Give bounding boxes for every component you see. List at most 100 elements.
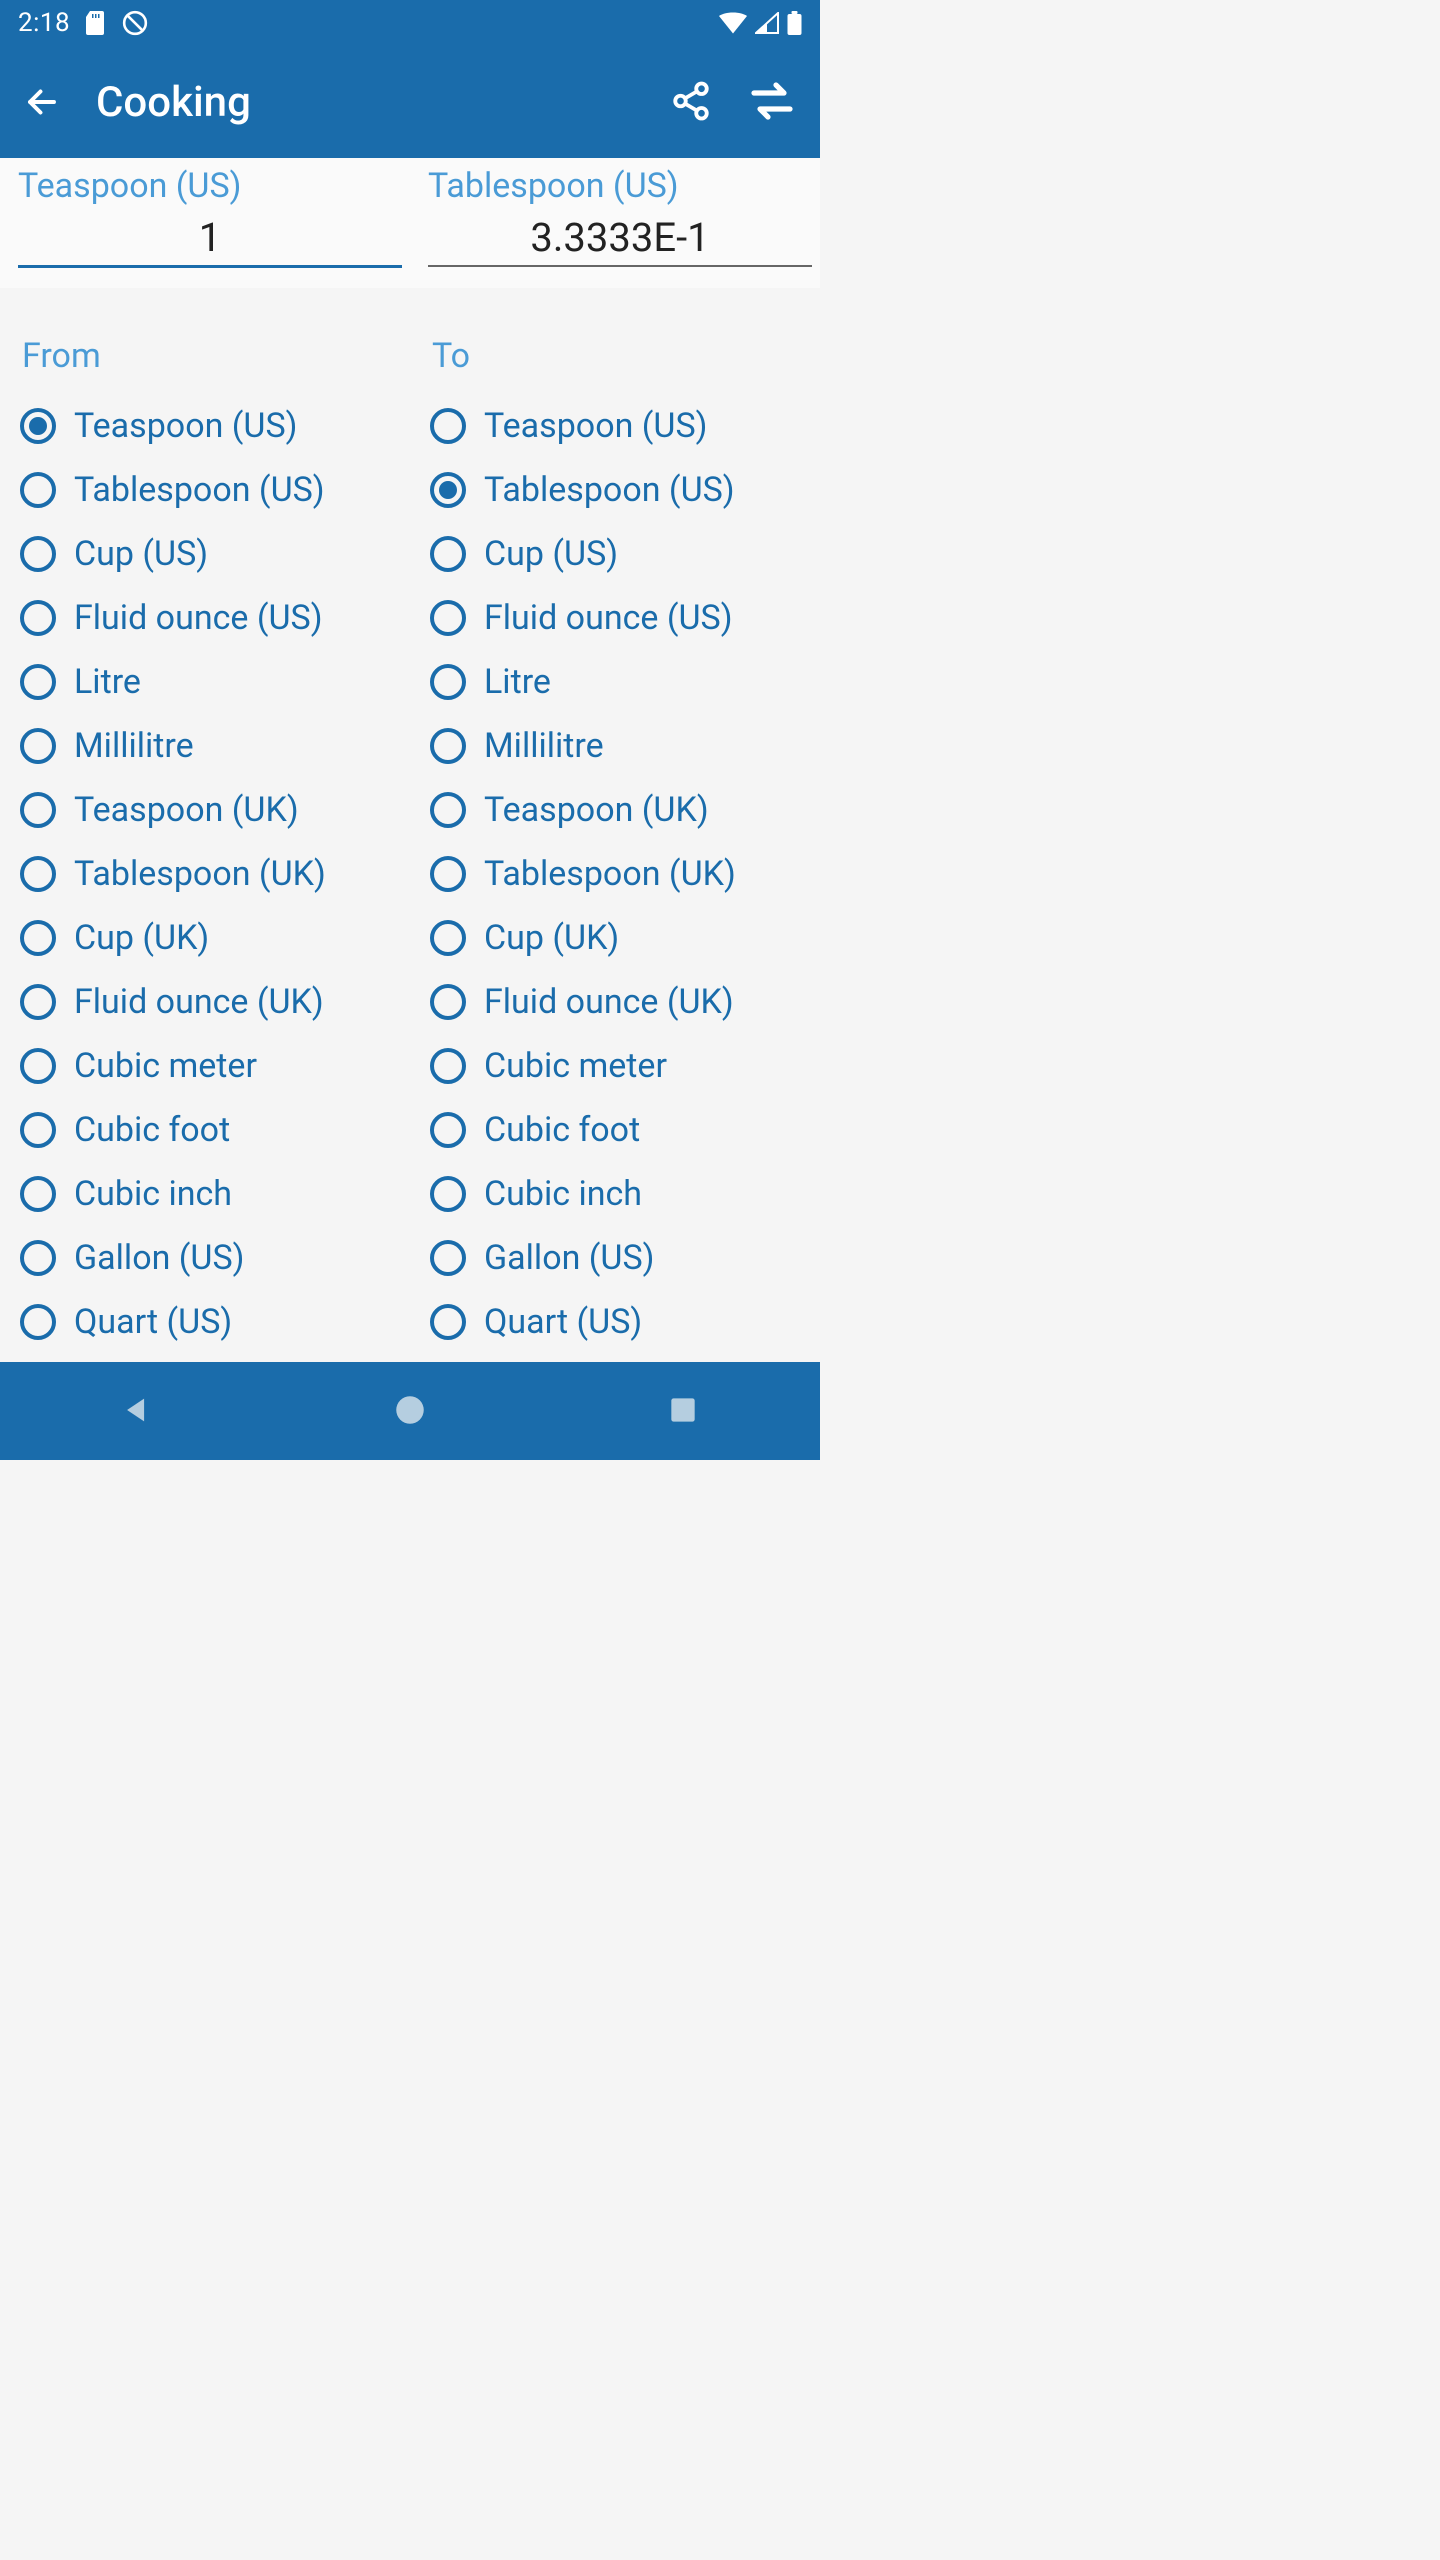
nav-back-button[interactable] — [77, 1381, 197, 1441]
radio-icon — [430, 1176, 466, 1212]
radio-icon — [20, 408, 56, 444]
unit-label: Litre — [74, 662, 141, 702]
from-unit-item[interactable]: Cup (UK) — [20, 906, 402, 970]
unit-label: Fluid ounce (UK) — [74, 982, 324, 1022]
radio-icon — [20, 792, 56, 828]
unit-label: Tablespoon (US) — [74, 470, 325, 510]
radio-icon — [20, 856, 56, 892]
from-unit-item[interactable]: Cubic inch — [20, 1162, 402, 1226]
unit-label: Gallon (US) — [484, 1238, 655, 1278]
unit-label: Cup (US) — [484, 534, 618, 574]
radio-icon — [20, 984, 56, 1020]
from-unit-item[interactable]: Fluid ounce (UK) — [20, 970, 402, 1034]
from-unit-item[interactable]: Tablespoon (UK) — [20, 842, 402, 906]
unit-label: Cubic meter — [74, 1046, 257, 1086]
to-unit-item[interactable]: Cup (UK) — [430, 906, 812, 970]
to-unit-item[interactable]: Gallon (US) — [430, 1226, 812, 1290]
to-unit-item[interactable]: Fluid ounce (US) — [430, 586, 812, 650]
from-unit-item[interactable]: Teaspoon (UK) — [20, 778, 402, 842]
from-unit-item[interactable]: Fluid ounce (US) — [20, 586, 402, 650]
to-unit-item[interactable]: Quart (US) — [430, 1290, 812, 1354]
radio-icon — [20, 664, 56, 700]
to-unit-item[interactable]: Tablespoon (UK) — [430, 842, 812, 906]
radio-icon — [430, 408, 466, 444]
radio-icon — [430, 1240, 466, 1276]
unit-label: Cup (US) — [74, 534, 208, 574]
unit-label: Cubic inch — [74, 1174, 232, 1214]
unit-label: Cubic foot — [74, 1110, 230, 1150]
conversion-header: Teaspoon (US) Tablespoon (US) — [0, 158, 820, 288]
to-unit-item[interactable]: Millilitre — [430, 714, 812, 778]
unit-label: Teaspoon (UK) — [74, 790, 299, 830]
unit-label: Millilitre — [484, 726, 604, 766]
to-input-underline — [428, 214, 812, 267]
radio-icon — [20, 1240, 56, 1276]
to-unit-item[interactable]: Litre — [430, 650, 812, 714]
unit-label: Gallon (US) — [74, 1238, 245, 1278]
to-unit-item[interactable]: Teaspoon (UK) — [430, 778, 812, 842]
unit-label: Millilitre — [74, 726, 194, 766]
status-bar-right — [719, 11, 802, 35]
unit-label: Fluid ounce (US) — [484, 598, 733, 638]
unit-label: Quart (US) — [74, 1302, 232, 1342]
unit-label: Litre — [484, 662, 551, 702]
from-unit-item[interactable]: Cup (US) — [20, 522, 402, 586]
to-unit-item[interactable]: Teaspoon (US) — [430, 394, 812, 458]
unit-label: Tablespoon (US) — [484, 470, 735, 510]
from-unit-item[interactable]: Millilitre — [20, 714, 402, 778]
from-unit-item[interactable]: Tablespoon (US) — [20, 458, 402, 522]
unit-label: Teaspoon (US) — [484, 406, 708, 446]
unit-label: Cubic foot — [484, 1110, 640, 1150]
wifi-icon — [719, 12, 747, 34]
from-unit-item[interactable]: Litre — [20, 650, 402, 714]
radio-icon — [20, 600, 56, 636]
radio-icon — [430, 600, 466, 636]
from-unit-item[interactable]: Cubic foot — [20, 1098, 402, 1162]
navigation-bar — [0, 1362, 820, 1460]
radio-icon — [430, 984, 466, 1020]
to-unit-list: Teaspoon (US) Tablespoon (US) Cup (US) Flui… — [430, 394, 812, 1354]
sd-card-icon — [86, 11, 106, 35]
radio-icon — [20, 1176, 56, 1212]
from-unit-item[interactable]: Teaspoon (US) — [20, 394, 402, 458]
conversion-to-column: Tablespoon (US) — [410, 162, 820, 268]
to-value-input[interactable] — [428, 214, 812, 261]
to-unit-item[interactable]: Cubic inch — [430, 1162, 812, 1226]
from-value-input[interactable] — [18, 214, 402, 261]
from-unit-label: Teaspoon (US) — [18, 166, 402, 206]
status-time: 2:18 — [18, 8, 70, 38]
conversion-from-column: Teaspoon (US) — [0, 162, 410, 268]
share-button[interactable] — [670, 78, 712, 127]
to-unit-label: Tablespoon (US) — [428, 166, 812, 206]
radio-icon — [430, 1304, 466, 1340]
radio-icon — [430, 920, 466, 956]
to-unit-item[interactable]: Cup (US) — [430, 522, 812, 586]
app-bar-actions — [670, 77, 796, 128]
from-unit-item[interactable]: Gallon (US) — [20, 1226, 402, 1290]
swap-button[interactable] — [748, 77, 796, 128]
nav-recents-button[interactable] — [623, 1381, 743, 1441]
to-column-header: To — [430, 336, 812, 376]
from-unit-item[interactable]: Quart (US) — [20, 1290, 402, 1354]
to-unit-item[interactable]: Cubic foot — [430, 1098, 812, 1162]
radio-icon — [20, 1112, 56, 1148]
unit-label: Teaspoon (UK) — [484, 790, 709, 830]
radio-icon — [20, 472, 56, 508]
radio-icon — [430, 856, 466, 892]
to-unit-item[interactable]: Fluid ounce (UK) — [430, 970, 812, 1034]
radio-icon — [430, 792, 466, 828]
from-unit-item[interactable]: Cubic meter — [20, 1034, 402, 1098]
back-button[interactable] — [24, 84, 60, 120]
nav-recents-icon — [669, 1396, 697, 1427]
unit-label: Cubic meter — [484, 1046, 667, 1086]
radio-icon — [430, 1048, 466, 1084]
to-unit-item[interactable]: Cubic meter — [430, 1034, 812, 1098]
nav-back-icon — [120, 1393, 154, 1430]
from-input-underline — [18, 214, 402, 268]
to-unit-item[interactable]: Tablespoon (US) — [430, 458, 812, 522]
nav-home-button[interactable] — [350, 1381, 470, 1441]
radio-icon — [430, 472, 466, 508]
cellular-signal-icon — [755, 12, 779, 34]
unit-label: Fluid ounce (US) — [74, 598, 323, 638]
share-icon — [670, 78, 712, 127]
